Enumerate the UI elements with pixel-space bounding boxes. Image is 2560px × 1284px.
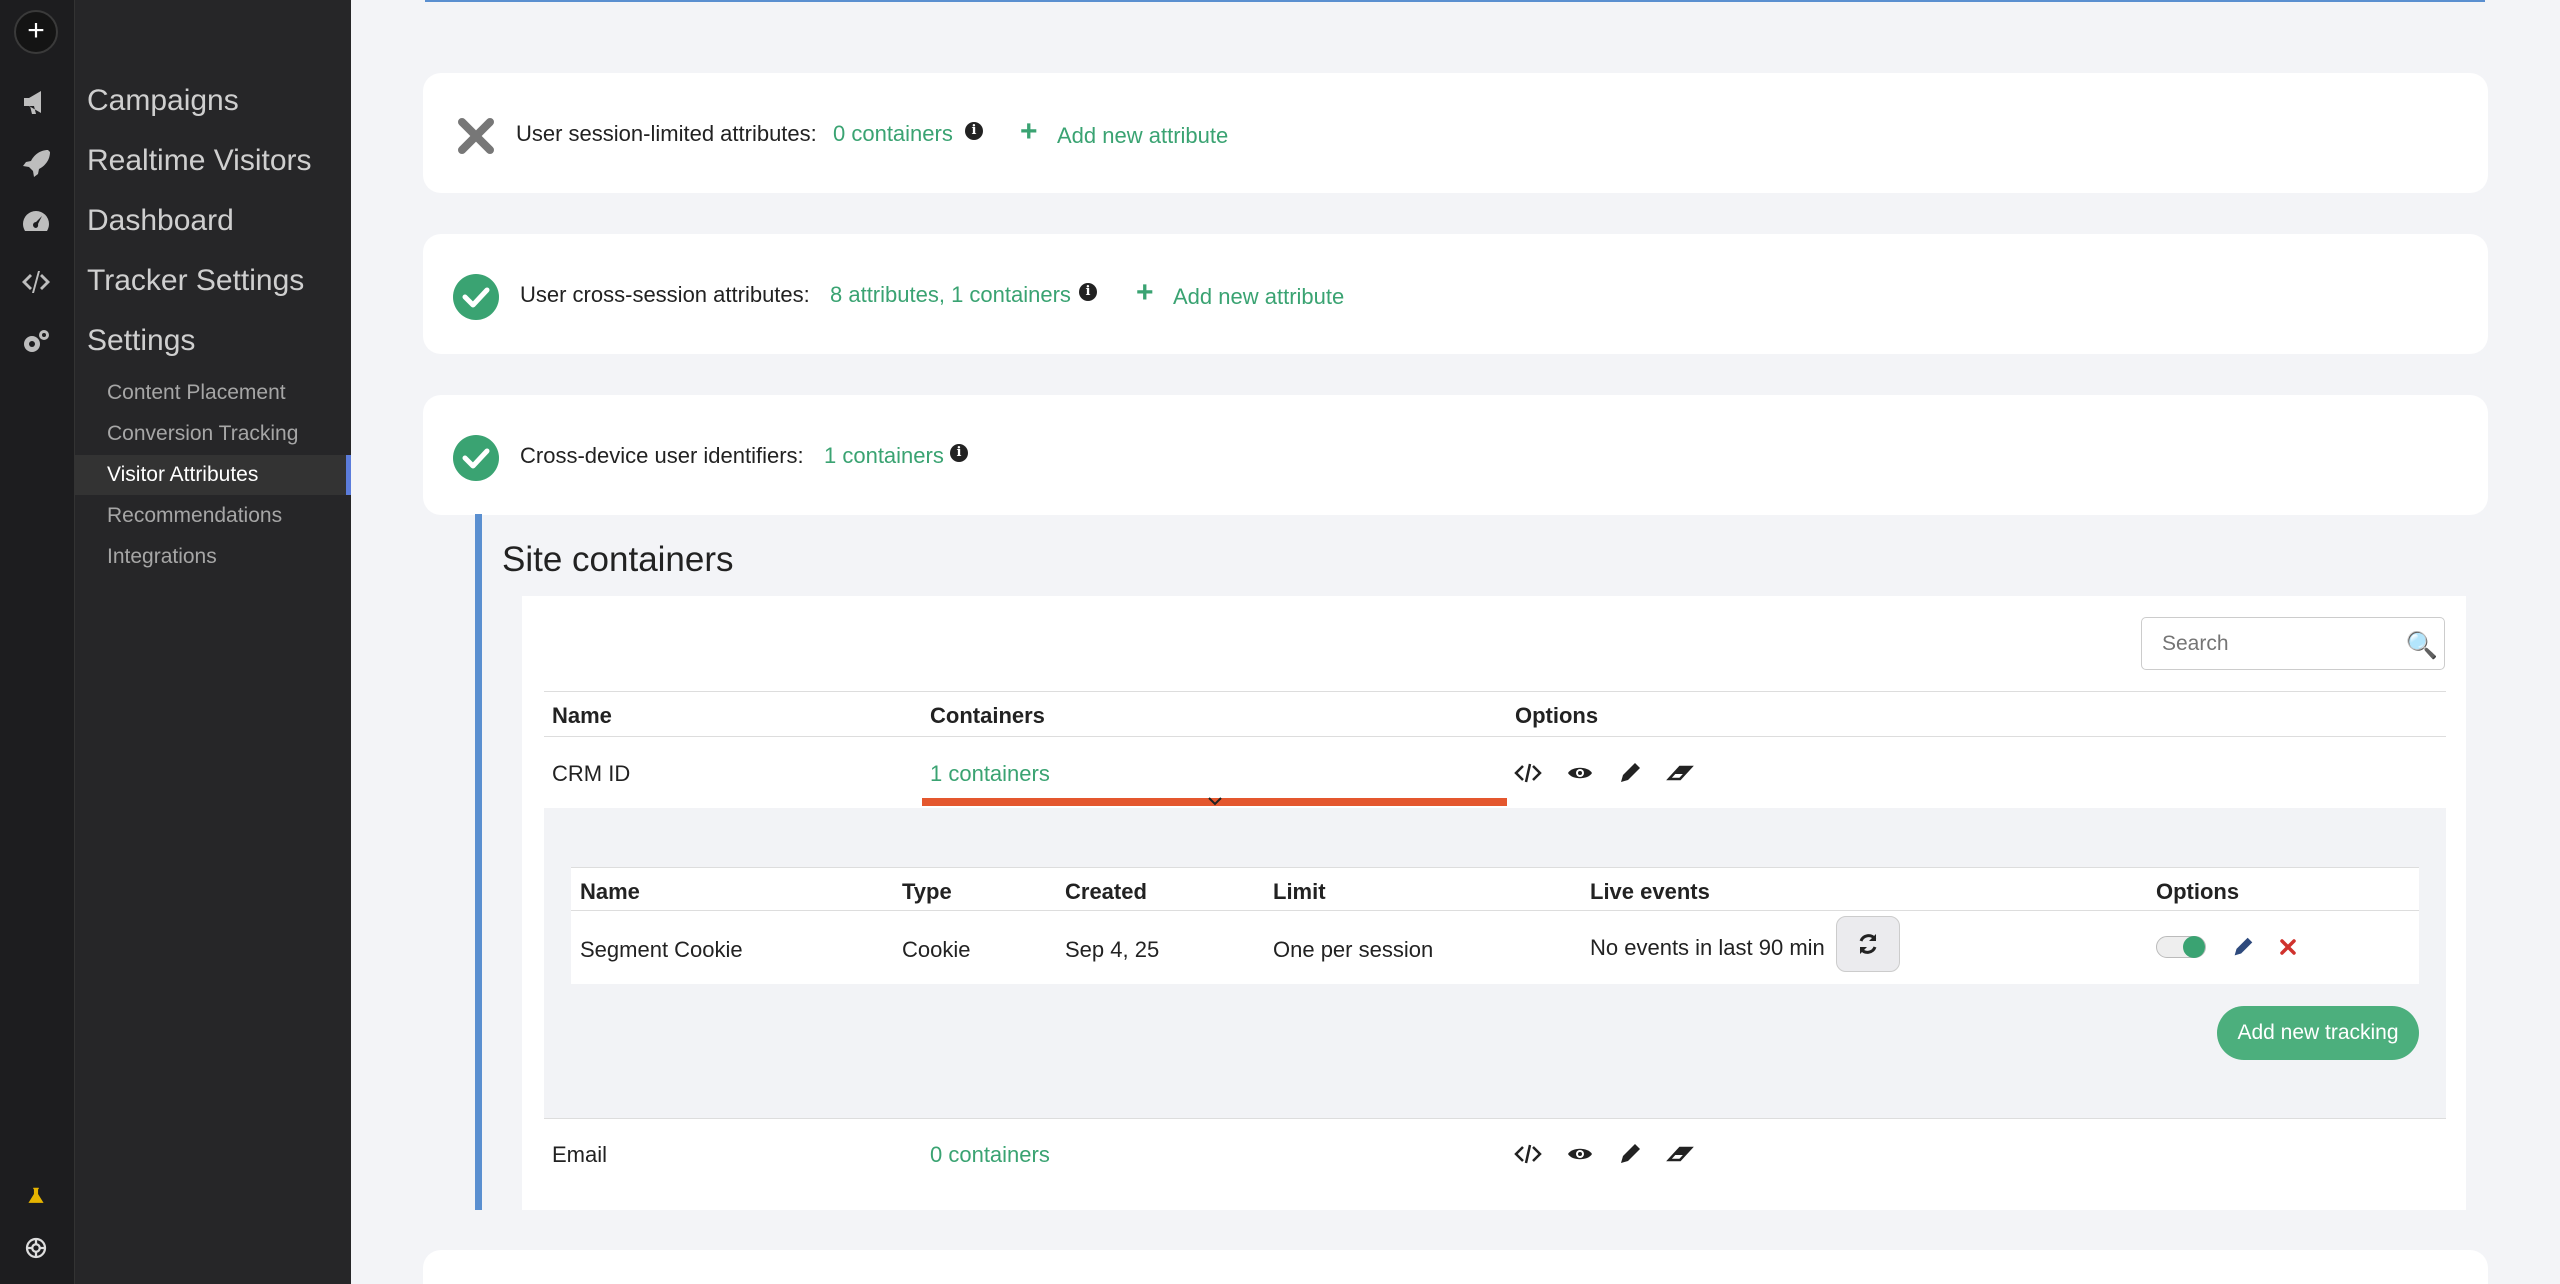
col-header-options: Options — [1515, 703, 1599, 728]
row-containers-crm-id[interactable]: 1 containers — [930, 761, 1050, 787]
tracking-name: Segment Cookie — [580, 937, 743, 962]
table-header-line — [544, 736, 2446, 737]
gauge-icon[interactable] — [18, 204, 54, 240]
cross-session-label: User cross-session attributes: — [520, 282, 810, 307]
icon-rail: + — [0, 0, 75, 1284]
check-circle-icon — [453, 435, 499, 481]
inner-col-live-events: Live events — [1590, 879, 1710, 904]
top-divider — [425, 0, 2485, 2]
rocket-icon[interactable] — [18, 144, 54, 180]
gears-icon[interactable] — [18, 324, 54, 360]
section-accent-bar — [475, 514, 482, 1210]
nav-sub-visitor-attributes[interactable]: Visitor Attributes — [107, 463, 258, 487]
row-name-crm-id: CRM ID — [552, 761, 631, 786]
disabled-x-icon — [458, 118, 494, 154]
pencil-icon[interactable] — [1616, 1140, 1644, 1168]
add-session-attribute-link[interactable]: Add new attribute — [1057, 123, 1228, 149]
megaphone-icon[interactable] — [18, 84, 54, 120]
inner-col-name: Name — [580, 879, 640, 904]
tracking-created: Sep 4, 25 — [1065, 937, 1160, 962]
eye-icon[interactable] — [1566, 1140, 1594, 1168]
col-header-containers: Containers — [930, 703, 1045, 728]
active-indicator — [346, 455, 351, 495]
nav-item-campaigns[interactable]: Campaigns — [87, 84, 239, 118]
inner-col-created: Created — [1065, 879, 1147, 904]
search-box[interactable]: 🔍 — [2141, 617, 2445, 670]
create-button[interactable]: + — [14, 10, 58, 54]
row-divider — [544, 1118, 2446, 1119]
session-attributes-card: User session-limited attributes: 0 conta… — [423, 73, 2488, 193]
cross-device-label: Cross-device user identifiers: — [520, 443, 804, 468]
session-attributes-label: User session-limited attributes: — [516, 121, 817, 146]
chevron-down-icon — [1208, 797, 1222, 806]
cross-session-attributes-card: User cross-session attributes: 8 attribu… — [423, 234, 2488, 354]
nav-sub-recommendations[interactable]: Recommendations — [107, 504, 282, 528]
code-icon[interactable] — [1514, 1140, 1542, 1168]
info-icon[interactable]: i — [950, 444, 968, 462]
site-containers-title: Site containers — [502, 540, 734, 579]
nav-sub-integrations[interactable]: Integrations — [107, 545, 217, 569]
container-tracking-table — [571, 867, 2419, 984]
inner-col-type: Type — [902, 879, 952, 904]
nav-sub-content-placement[interactable]: Content Placement — [107, 381, 286, 405]
eraser-icon[interactable] — [1666, 759, 1694, 787]
inner-header-line — [571, 910, 2419, 911]
add-plus-icon[interactable]: + — [1020, 115, 1038, 149]
cross-device-containers-link[interactable]: 1 containers — [824, 443, 944, 469]
code-icon[interactable] — [1514, 759, 1542, 787]
nav-sub-conversion-tracking[interactable]: Conversion Tracking — [107, 422, 298, 446]
edit-pencil-icon[interactable] — [2230, 934, 2256, 960]
cross-session-containers-link[interactable]: 8 attributes, 1 containers — [830, 282, 1071, 308]
table-top-line — [544, 691, 2446, 692]
inner-col-limit: Limit — [1273, 879, 1326, 904]
cross-device-identifiers-card: Cross-device user identifiers: 1 contain… — [423, 395, 2488, 515]
add-new-tracking-button[interactable]: Add new tracking — [2217, 1006, 2419, 1060]
session-containers-link[interactable]: 0 containers — [833, 121, 953, 147]
col-header-name: Name — [552, 703, 612, 728]
next-section-card — [423, 1250, 2488, 1284]
tracking-toggle[interactable] — [2156, 936, 2206, 958]
pencil-icon[interactable] — [1616, 759, 1644, 787]
nav-panel: Campaigns Realtime Visitors Dashboard Tr… — [75, 0, 351, 1284]
nav-item-dashboard[interactable]: Dashboard — [87, 204, 234, 238]
check-circle-icon — [453, 274, 499, 320]
delete-x-icon[interactable] — [2279, 938, 2297, 956]
eye-icon[interactable] — [1566, 759, 1594, 787]
nav-item-realtime-visitors[interactable]: Realtime Visitors — [87, 144, 312, 178]
flask-icon[interactable] — [18, 1178, 54, 1214]
add-plus-icon[interactable]: + — [1136, 276, 1154, 310]
refresh-button[interactable] — [1836, 916, 1900, 972]
tracking-limit: One per session — [1273, 937, 1434, 962]
info-icon[interactable]: i — [1079, 283, 1097, 301]
tracking-live-events: No events in last 90 min — [1590, 935, 1825, 960]
nav-item-settings[interactable]: Settings — [87, 324, 195, 358]
toggle-knob — [2183, 936, 2205, 958]
nav-item-tracker-settings[interactable]: Tracker Settings — [87, 264, 304, 298]
search-icon[interactable]: 🔍 — [2406, 630, 2438, 661]
tracking-type: Cookie — [902, 937, 971, 962]
info-icon[interactable]: i — [965, 122, 983, 140]
eraser-icon[interactable] — [1666, 1140, 1694, 1168]
lifebuoy-icon[interactable] — [18, 1230, 54, 1266]
refresh-icon — [1859, 934, 1877, 954]
add-cross-session-attribute-link[interactable]: Add new attribute — [1173, 284, 1344, 310]
row-name-email: Email — [552, 1142, 608, 1167]
code-icon[interactable] — [18, 264, 54, 300]
search-input[interactable] — [2142, 618, 2382, 669]
inner-col-options: Options — [2156, 879, 2240, 904]
row-containers-email[interactable]: 0 containers — [930, 1142, 1050, 1168]
